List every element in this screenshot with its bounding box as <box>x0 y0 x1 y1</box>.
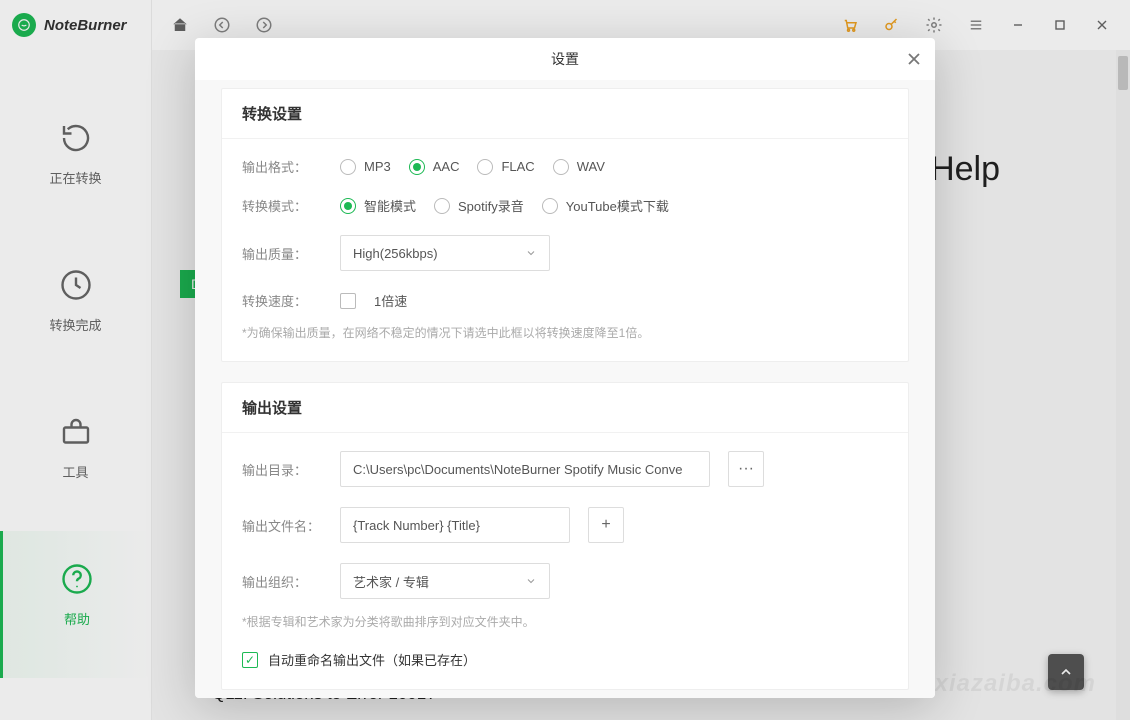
checkbox-speed-1x[interactable] <box>340 293 356 309</box>
radio-format-aac[interactable]: AAC <box>409 159 460 175</box>
checkbox-auto-rename[interactable] <box>242 652 258 668</box>
speed-hint: *为确保输出质量，在网络不稳定的情况下请选中此框以将转换速度降至1倍。 <box>242 324 888 341</box>
input-output-filename[interactable] <box>340 507 570 543</box>
field-label: 输出目录： <box>242 460 322 479</box>
modal-overlay: 设置 转换设置 输出格式： MP3 AAC FLAC WAV <box>0 0 1130 720</box>
checkbox-label: 1倍速 <box>374 291 407 310</box>
modal-header: 设置 <box>195 38 935 80</box>
field-label: 转换模式： <box>242 196 322 215</box>
modal-title: 设置 <box>551 49 579 69</box>
row-output-org: 输出组织： 艺术家 / 专辑 <box>242 563 888 599</box>
radio-format-wav[interactable]: WAV <box>553 159 605 175</box>
radio-mode-spotify[interactable]: Spotify录音 <box>434 196 524 215</box>
select-value: High(256kbps) <box>353 246 438 261</box>
browse-button[interactable]: ··· <box>728 451 764 487</box>
radio-mode-youtube[interactable]: YouTube模式下载 <box>542 196 669 215</box>
chevron-down-icon <box>525 575 537 587</box>
select-quality[interactable]: High(256kbps) <box>340 235 550 271</box>
input-output-dir[interactable] <box>340 451 710 487</box>
org-hint: *根据专辑和艺术家为分类将歌曲排序到对应文件夹中。 <box>242 613 888 630</box>
close-icon <box>907 52 921 66</box>
add-placeholder-button[interactable]: + <box>588 507 624 543</box>
field-label: 输出组织： <box>242 572 322 591</box>
row-output-filename: 输出文件名： + <box>242 507 888 543</box>
panel-output-settings: 输出设置 输出目录： ··· 输出文件名： + 输出组织： <box>221 382 909 690</box>
row-convert-mode: 转换模式： 智能模式 Spotify录音 YouTube模式下载 <box>242 196 888 215</box>
row-output-quality: 输出质量： High(256kbps) <box>242 235 888 271</box>
settings-modal: 设置 转换设置 输出格式： MP3 AAC FLAC WAV <box>195 38 935 698</box>
modal-body: 转换设置 输出格式： MP3 AAC FLAC WAV 转换模式： 智能模式 S… <box>195 80 935 698</box>
row-convert-speed: 转换速度： 1倍速 <box>242 291 888 310</box>
field-label: 输出文件名： <box>242 516 322 535</box>
select-value: 艺术家 / 专辑 <box>353 572 429 591</box>
radio-format-mp3[interactable]: MP3 <box>340 159 391 175</box>
panel-convert-settings: 转换设置 输出格式： MP3 AAC FLAC WAV 转换模式： 智能模式 S… <box>221 88 909 362</box>
row-output-format: 输出格式： MP3 AAC FLAC WAV <box>242 157 888 176</box>
field-label: 转换速度： <box>242 291 322 310</box>
row-output-dir: 输出目录： ··· <box>242 451 888 487</box>
checkbox-label: 自动重命名输出文件（如果已存在） <box>268 650 476 669</box>
field-label: 输出质量： <box>242 244 322 263</box>
panel-title: 输出设置 <box>222 383 908 433</box>
field-label: 输出格式： <box>242 157 322 176</box>
radio-format-flac[interactable]: FLAC <box>477 159 534 175</box>
chevron-down-icon <box>525 247 537 259</box>
modal-close-button[interactable] <box>901 46 927 72</box>
panel-title: 转换设置 <box>222 89 908 139</box>
select-output-org[interactable]: 艺术家 / 专辑 <box>340 563 550 599</box>
row-auto-rename: 自动重命名输出文件（如果已存在） <box>242 650 888 669</box>
radio-mode-smart[interactable]: 智能模式 <box>340 196 416 215</box>
